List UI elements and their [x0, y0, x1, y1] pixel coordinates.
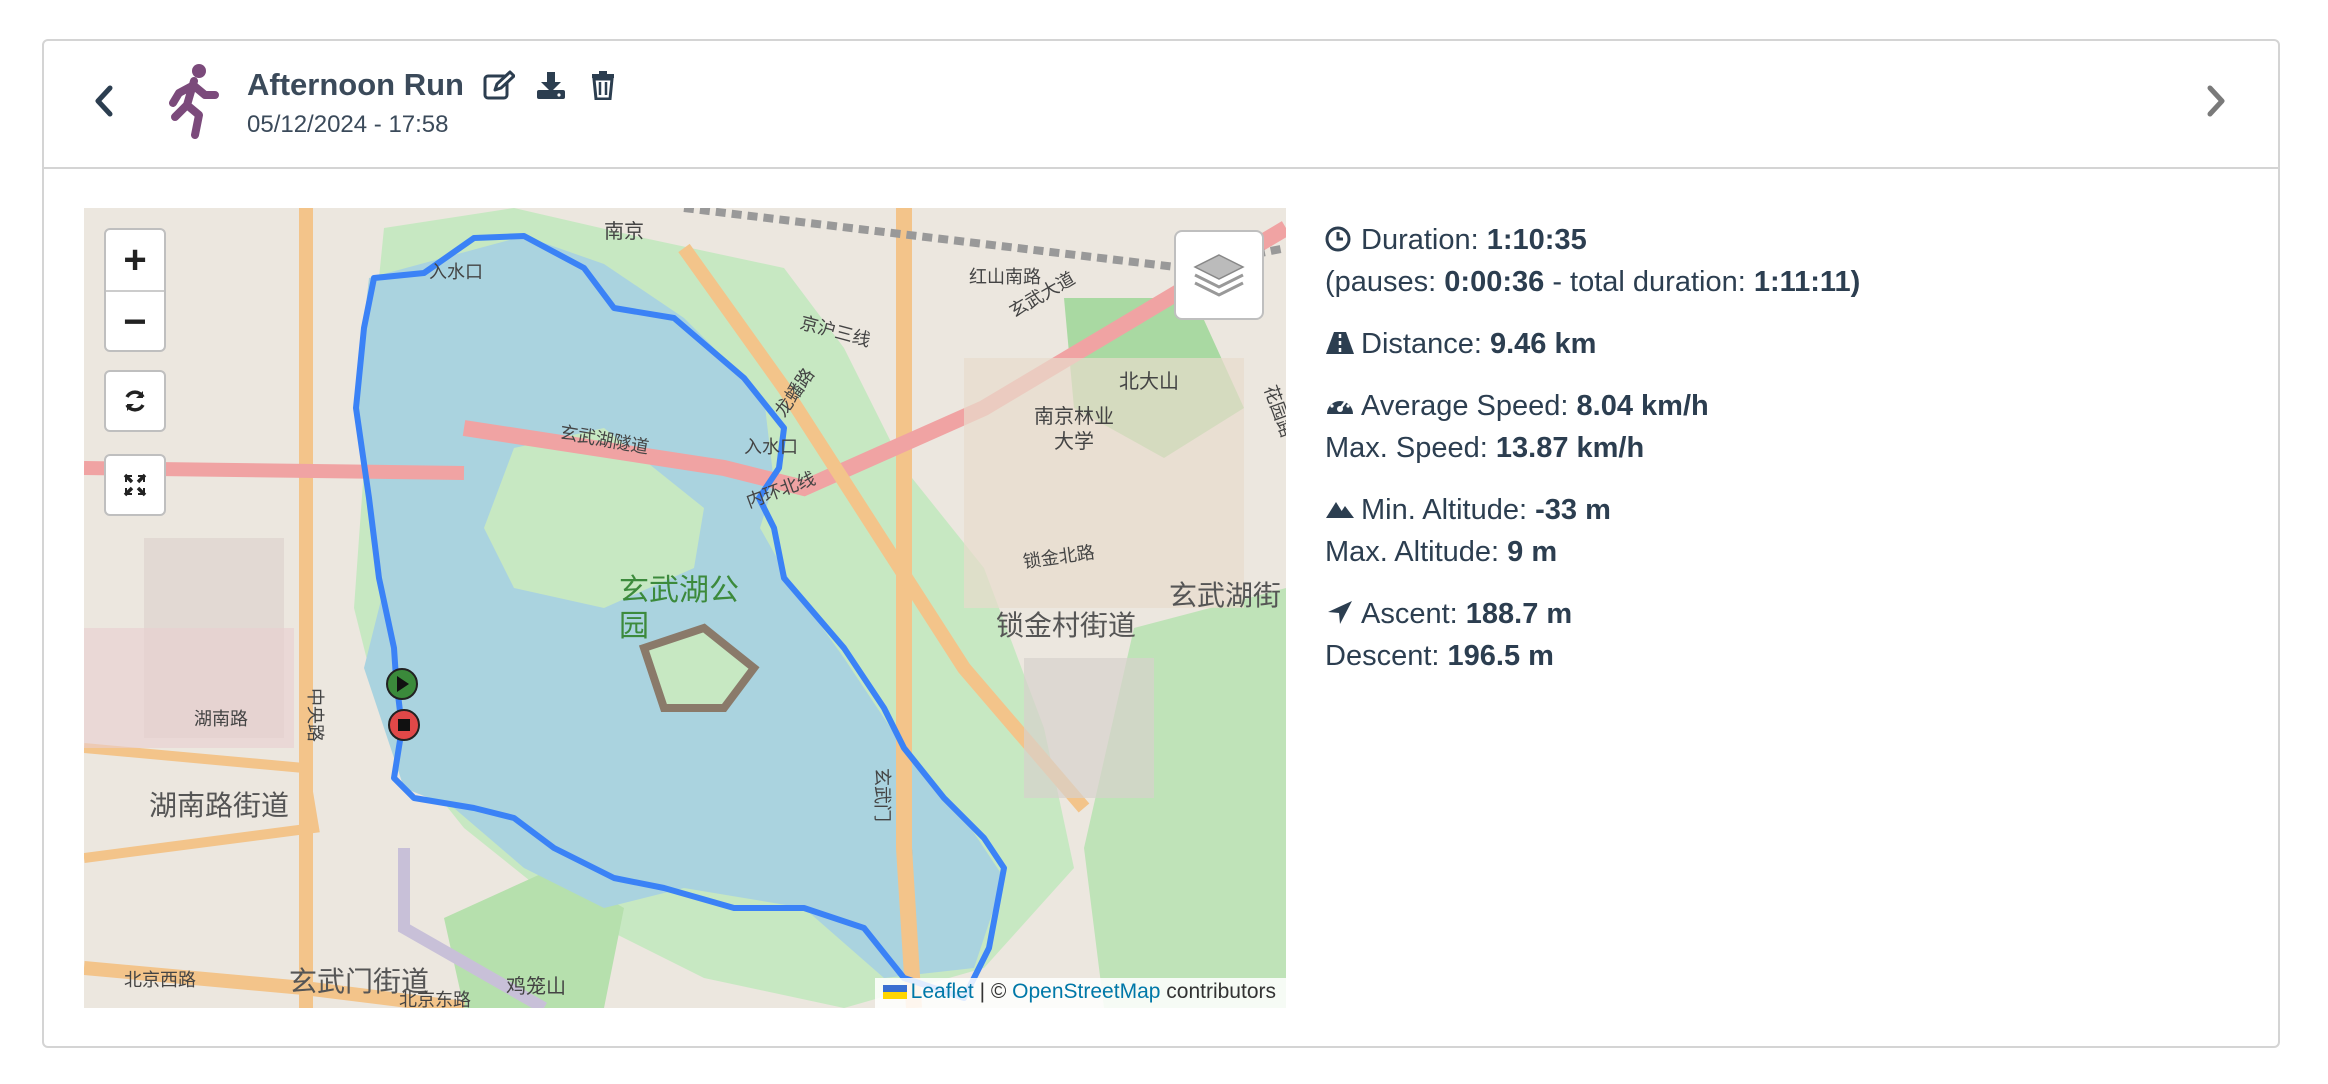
zoom-control: + − — [104, 228, 166, 352]
previous-workout-button[interactable] — [84, 81, 124, 121]
ukraine-flag-icon — [882, 985, 907, 1000]
min-altitude-label: Min. Altitude: — [1361, 494, 1536, 526]
chevron-left-icon — [95, 85, 113, 117]
map-label-forestry-2: 大学 — [1054, 430, 1094, 453]
workout-card-header: Afternoon Run 05/12/2024 - 17:58 — [44, 41, 2278, 169]
layers-button[interactable] — [1174, 230, 1264, 320]
distance-value: 9.46 km — [1489, 328, 1597, 360]
start-marker[interactable] — [386, 668, 418, 700]
duration-label: Duration: — [1361, 224, 1487, 256]
map-label-suojin: 锁金村街道 — [996, 610, 1136, 641]
max-speed-value: 13.87 km/h — [1495, 432, 1645, 464]
road-icon — [1326, 332, 1354, 354]
speed-group: Average Speed: 8.04 km/h Max. Speed: 13.… — [1325, 385, 1860, 469]
descent-label: Descent: — [1325, 640, 1448, 672]
location-arrow-icon — [1328, 601, 1352, 624]
min-altitude-value: -33 m — [1535, 494, 1611, 526]
trash-icon[interactable] — [586, 68, 620, 102]
map-label-beidashan: 北大山 — [1119, 370, 1179, 393]
fullscreen-button[interactable] — [104, 454, 166, 516]
map-label-hunan: 湖南路街道 — [149, 790, 289, 821]
distance-group: Distance: 9.46 km — [1325, 323, 1860, 365]
pauses-label: (pauses: — [1325, 266, 1445, 298]
map-label-hongshan: 红山南路 — [969, 267, 1041, 287]
duration-value: 1:10:35 — [1486, 224, 1587, 256]
chevron-right-icon — [2207, 85, 2225, 117]
reset-view-button[interactable] — [104, 370, 166, 432]
total-duration-value: 1:11:11) — [1753, 266, 1861, 298]
altitude-group: Min. Altitude: -33 m Max. Altitude: 9 m — [1325, 489, 1860, 573]
clock-icon — [1325, 226, 1351, 252]
refresh-icon — [125, 390, 145, 412]
map-tiles: 玄武湖公 园 锁金村街道 玄武湖街 湖南路街道 玄武门街道 南京林业 大学 北大… — [84, 208, 1286, 1008]
map-attribution: Leaflet | © OpenStreetMap contributors — [874, 978, 1286, 1008]
ascent-label: Ascent: — [1361, 598, 1466, 630]
leaflet-link[interactable]: Leaflet — [911, 980, 974, 1003]
max-speed-label: Max. Speed: — [1325, 432, 1496, 464]
ascent-value: 188.7 m — [1465, 598, 1573, 630]
workout-stats: Duration: 1:10:35 (pauses: 0:00:36 - tot… — [1325, 219, 1860, 697]
duration-group: Duration: 1:10:35 (pauses: 0:00:36 - tot… — [1325, 219, 1860, 303]
distance-label: Distance: — [1361, 328, 1490, 360]
layers-icon — [1193, 254, 1245, 297]
total-duration-label: - total duration: — [1544, 266, 1754, 298]
max-altitude-value: 9 m — [1507, 536, 1558, 568]
map-label-park-2: 园 — [619, 610, 649, 643]
zoom-out-button[interactable]: − — [106, 292, 164, 352]
workout-title: Afternoon Run — [247, 67, 464, 102]
avg-speed-label: Average Speed: — [1361, 390, 1577, 422]
map-label-park-1: 玄武湖公 — [619, 574, 739, 607]
map-label-zhongyang: 中央路 — [305, 688, 325, 742]
attribution-contributors: contributors — [1160, 980, 1276, 1003]
descent-value: 196.5 m — [1447, 640, 1554, 672]
expand-icon — [123, 473, 147, 497]
map-label-nanjing: 南京 — [604, 220, 644, 243]
edit-icon[interactable] — [482, 68, 516, 102]
elevation-group: Ascent: 188.7 m Descent: 196.5 m — [1325, 593, 1860, 677]
runner-icon — [169, 64, 219, 139]
map-label-xuanwumen-st: 玄武门 — [872, 768, 892, 822]
workout-date: 05/12/2024 - 17:58 — [247, 111, 449, 138]
pauses-value: 0:00:36 — [1444, 266, 1545, 298]
map-label-jimingshan: 鸡笼山 — [506, 975, 566, 998]
map-label-xuanwuhu: 玄武湖街 — [1169, 580, 1281, 611]
mountains-icon — [1326, 502, 1354, 518]
map-label-forestry-1: 南京林业 — [1034, 405, 1114, 428]
attribution-separator: | © — [973, 980, 1013, 1003]
map-label-hunan-rd: 湖南路 — [194, 709, 248, 729]
map-label-ruishui-2: 入水口 — [429, 262, 483, 282]
download-icon[interactable] — [534, 68, 568, 102]
map-label-ruishui: 入水口 — [744, 437, 798, 457]
osm-link[interactable]: OpenStreetMap — [1012, 980, 1160, 1003]
max-altitude-label: Max. Altitude: — [1325, 536, 1508, 568]
avg-speed-value: 8.04 km/h — [1576, 390, 1709, 422]
map-label-beijing-e: 北京东路 — [399, 990, 471, 1008]
end-marker[interactable] — [388, 709, 420, 741]
zoom-in-button[interactable]: + — [106, 230, 164, 292]
speedometer-icon — [1327, 398, 1353, 414]
map-label-beijing-w: 北京西路 — [124, 970, 196, 990]
next-workout-button[interactable] — [2196, 81, 2236, 121]
workout-card: Afternoon Run 05/12/2024 - 17:58 玄武湖公 园 … — [42, 39, 2280, 1048]
workout-map[interactable]: 玄武湖公 园 锁金村街道 玄武湖街 湖南路街道 玄武门街道 南京林业 大学 北大… — [84, 208, 1286, 1008]
